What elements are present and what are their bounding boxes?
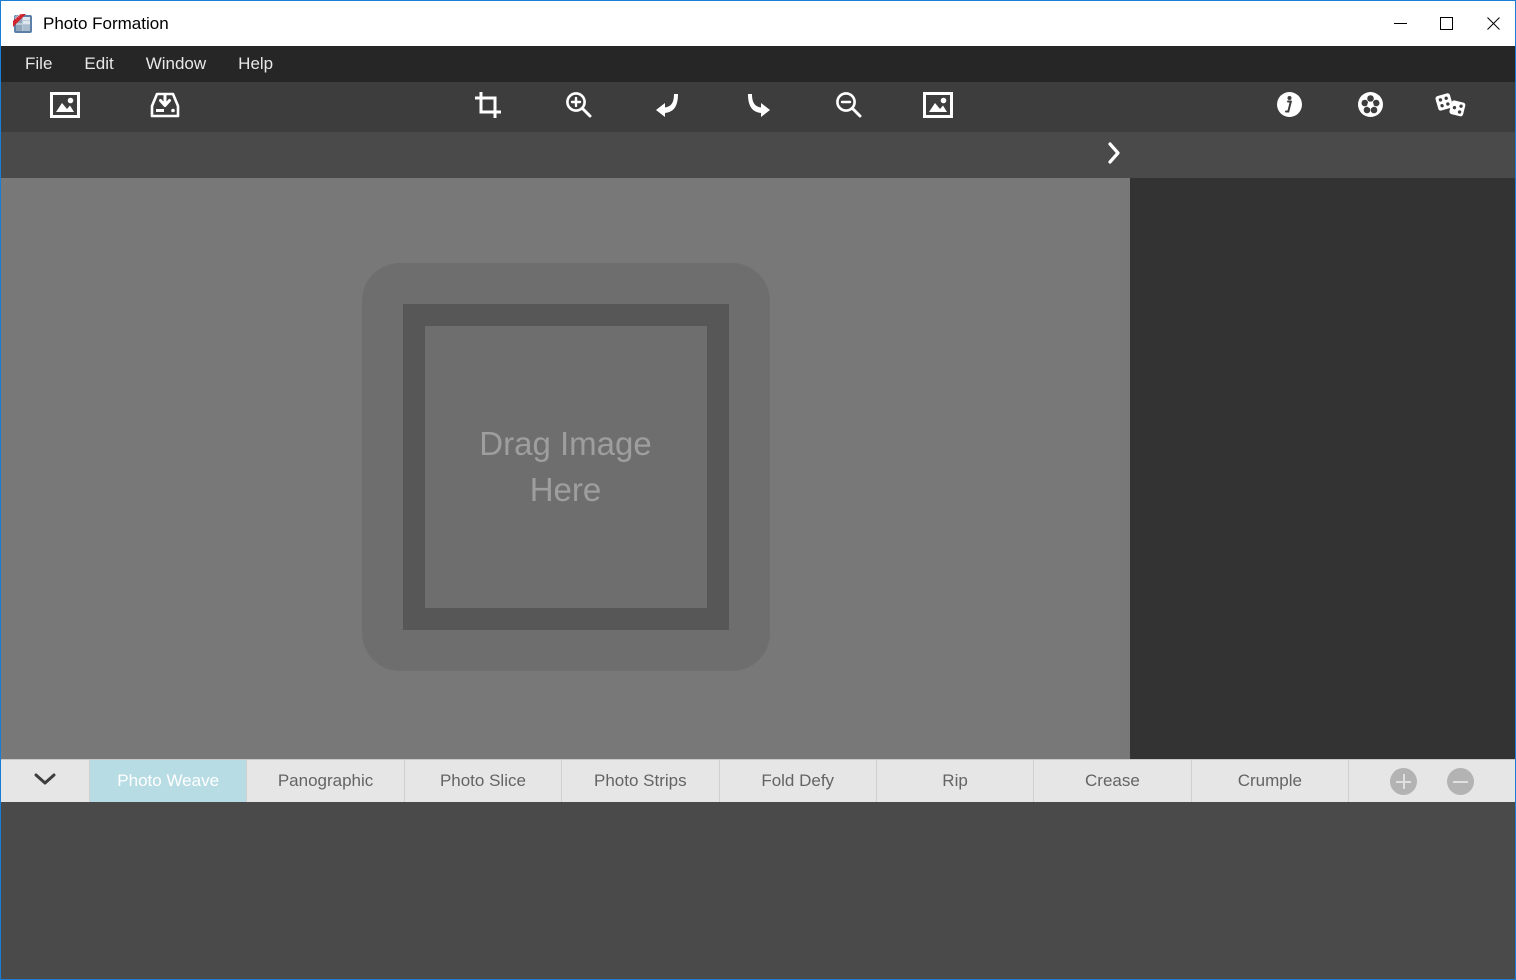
- add-icon[interactable]: [1390, 767, 1417, 795]
- toolbar-group-edit: [464, 85, 962, 129]
- tab-actions: [1349, 760, 1515, 802]
- dropzone-label: Drag Image Here: [479, 424, 652, 508]
- toolbar-group-tools: [1265, 85, 1475, 129]
- main-toolbar: [1, 82, 1515, 132]
- zoom-out-button[interactable]: [824, 85, 872, 129]
- crop-button[interactable]: [464, 85, 512, 129]
- title-bar-left: PRO Photo Formation: [1, 10, 1377, 34]
- tab-photo-slice[interactable]: Photo Slice: [405, 760, 563, 802]
- chevron-right-icon: [1107, 141, 1121, 169]
- footer-panel: [1, 802, 1515, 979]
- maximize-icon: [1439, 17, 1453, 30]
- menu-bar: File Edit Window Help: [1, 46, 1515, 82]
- menu-item-window[interactable]: Window: [130, 50, 222, 78]
- image-placeholder-icon: Drag Image Here: [402, 303, 729, 630]
- dice-icon: [1434, 91, 1468, 123]
- maximize-button[interactable]: [1423, 1, 1469, 46]
- tab-fold-defy[interactable]: Fold Defy: [720, 760, 877, 802]
- redo-icon: [744, 92, 772, 123]
- window-controls: [1377, 1, 1515, 46]
- menu-item-file[interactable]: File: [9, 50, 68, 78]
- tab-crease[interactable]: Crease: [1034, 760, 1192, 802]
- secondary-toolbar: [1, 132, 1515, 178]
- chevron-down-icon: [34, 772, 56, 791]
- tab-photo-strips[interactable]: Photo Strips: [562, 760, 720, 802]
- fit-image-button[interactable]: [914, 85, 962, 129]
- photo-formation-app-icon: PRO: [13, 10, 33, 34]
- info-icon: [1276, 91, 1303, 123]
- save-image-icon: [150, 92, 180, 123]
- effects-tab-bar: Photo Weave Panographic Photo Slice Phot…: [1, 759, 1515, 802]
- zoom-out-icon: [835, 91, 862, 123]
- randomize-button[interactable]: [1427, 85, 1475, 129]
- right-panel: [1130, 178, 1515, 759]
- undo-button[interactable]: [644, 85, 692, 129]
- fit-image-icon: [923, 91, 953, 123]
- menu-item-help[interactable]: Help: [222, 50, 289, 78]
- tab-photo-weave[interactable]: Photo Weave: [90, 760, 248, 802]
- toolbar-group-file: [41, 85, 189, 129]
- redo-button[interactable]: [734, 85, 782, 129]
- tab-panographic[interactable]: Panographic: [247, 760, 405, 802]
- menu-item-edit[interactable]: Edit: [68, 50, 129, 78]
- info-button[interactable]: [1265, 85, 1313, 129]
- open-image-icon: [50, 91, 80, 123]
- save-image-button[interactable]: [141, 85, 189, 129]
- close-button[interactable]: [1469, 1, 1515, 46]
- close-icon: [1485, 17, 1499, 31]
- tab-rip[interactable]: Rip: [877, 760, 1035, 802]
- open-image-button[interactable]: [41, 85, 89, 129]
- zoom-in-button[interactable]: [554, 85, 602, 129]
- work-area: Drag Image Here: [1, 178, 1515, 759]
- tab-crumple[interactable]: Crumple: [1192, 760, 1349, 802]
- undo-icon: [654, 92, 682, 123]
- image-canvas[interactable]: Drag Image Here: [1, 178, 1130, 759]
- settings-icon: [1357, 91, 1384, 123]
- remove-icon[interactable]: [1447, 767, 1474, 795]
- title-bar: PRO Photo Formation: [1, 1, 1515, 46]
- app-window: PRO Photo Formation File Edit Window Hel…: [0, 0, 1516, 980]
- settings-button[interactable]: [1346, 85, 1394, 129]
- minimize-button[interactable]: [1377, 1, 1423, 46]
- window-title: Photo Formation: [43, 13, 169, 33]
- minimize-icon: [1393, 23, 1407, 24]
- image-dropzone[interactable]: Drag Image Here: [361, 262, 770, 671]
- zoom-in-icon: [565, 91, 592, 123]
- crop-icon: [475, 91, 501, 123]
- collapse-tabs-button[interactable]: [1, 760, 90, 802]
- expand-panel-button[interactable]: [1101, 132, 1127, 178]
